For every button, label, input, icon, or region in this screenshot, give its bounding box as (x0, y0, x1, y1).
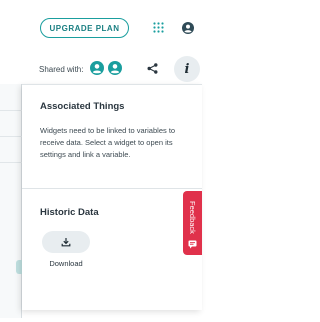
share-icon[interactable] (147, 63, 158, 74)
top-header: UPGRADE PLAN (0, 0, 215, 46)
shared-bar: Shared with: i (0, 54, 215, 84)
upgrade-plan-button[interactable]: UPGRADE PLAN (40, 18, 129, 38)
user-avatar-icon[interactable] (90, 61, 104, 75)
download-icon (61, 238, 71, 247)
background-dashboard (0, 84, 25, 322)
row-divider (0, 136, 22, 137)
associated-things-body: Widgets need to be linked to variables t… (40, 126, 176, 159)
info-icon[interactable]: i (174, 56, 200, 82)
section-divider (22, 188, 202, 189)
info-glyph: i (184, 61, 190, 77)
historic-data-title: Historic Data (40, 207, 99, 218)
user-avatar-icon[interactable] (108, 61, 122, 75)
details-panel: Associated Things Widgets need to be lin… (22, 84, 202, 310)
associated-things-title: Associated Things (40, 101, 125, 112)
row-divider (0, 110, 22, 111)
grid-icon[interactable] (153, 22, 164, 33)
shared-with-label: Shared with: (39, 65, 84, 74)
account-circle-icon[interactable] (182, 22, 194, 34)
app-window: UPGRADE PLAN Shared with: i Associated T… (0, 0, 215, 322)
window-bottom-edge (0, 318, 215, 322)
feedback-tab[interactable]: Feedback (183, 191, 202, 255)
download-button[interactable] (42, 231, 90, 253)
download-label: Download (49, 259, 83, 268)
feedback-label: Feedback (188, 200, 197, 234)
feedback-chat-icon (188, 240, 197, 249)
row-divider (0, 162, 22, 163)
